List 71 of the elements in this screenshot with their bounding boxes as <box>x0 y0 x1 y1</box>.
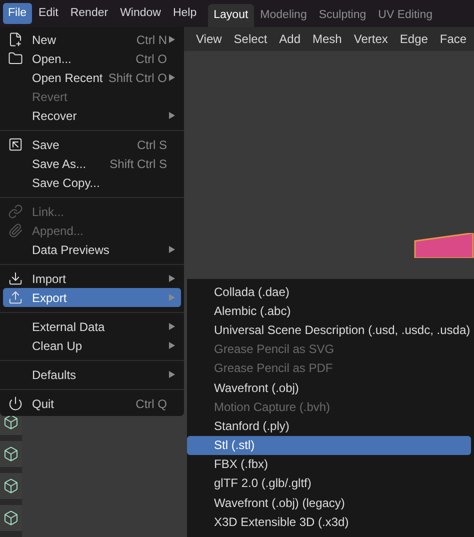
save-icon <box>8 137 23 152</box>
submenu-arrow-icon <box>169 371 175 378</box>
submenu-arrow-icon <box>169 294 175 301</box>
link-icon <box>8 204 23 219</box>
menu-bar-item[interactable]: File <box>3 3 32 24</box>
workspace-tab[interactable]: Sculpting <box>312 4 372 27</box>
power-icon <box>8 396 23 411</box>
menu-item[interactable]: glTF 2.0 (.glb/.gltf) <box>187 474 471 494</box>
menu-item[interactable]: Defaults <box>3 365 181 384</box>
submenu-arrow-icon <box>169 342 175 349</box>
menu-item[interactable]: X3D Extensible 3D (.x3d) <box>187 512 471 532</box>
menu-item[interactable]: Stanford (.ply) <box>187 416 471 436</box>
cube-tool-button[interactable] <box>0 505 22 531</box>
shortcut-text: Shift Ctrl O <box>108 70 167 86</box>
menu-item[interactable]: Clean Up <box>3 336 181 355</box>
menu-item[interactable]: Open Recent Shift Ctrl O <box>3 68 181 87</box>
export-icon <box>8 290 23 305</box>
cube-icon <box>3 414 19 430</box>
cube-tool-button[interactable] <box>0 473 22 499</box>
menu-item[interactable]: Export <box>3 288 181 307</box>
menu-item[interactable]: Alembic (.abc) <box>187 301 471 320</box>
workspace-tab[interactable]: UV Editing <box>372 4 438 27</box>
menu-item[interactable]: Quit Ctrl Q <box>3 394 181 413</box>
menu-item[interactable]: External Data <box>3 317 181 336</box>
submenu-arrow-icon <box>169 323 175 330</box>
submenu-arrow-icon <box>169 74 175 81</box>
shortcut-text: Ctrl Q <box>136 396 167 412</box>
cube-icon <box>3 446 19 462</box>
viewport-menu[interactable]: Edge <box>396 30 432 48</box>
submenu-arrow-icon <box>169 246 175 253</box>
new-file-icon <box>8 32 23 47</box>
menu-item[interactable]: Data Previews <box>3 240 181 259</box>
menu-item[interactable]: Open... Ctrl O <box>3 49 181 68</box>
menu-item[interactable]: Stl (.stl) <box>187 436 471 455</box>
workspace-tab[interactable]: Modeling <box>254 4 313 27</box>
menu-item[interactable]: Save Ctrl S <box>3 135 181 154</box>
menu-item[interactable]: Universal Scene Description (.usd, .usdc, .usda) <box>187 320 471 340</box>
menu-bar-item[interactable]: Help <box>168 3 202 24</box>
cube-tool-button[interactable] <box>0 441 22 467</box>
menu-bar-item[interactable]: Window <box>115 3 166 24</box>
menu-item[interactable]: Collada (.dae) <box>187 282 471 302</box>
viewport-menu[interactable]: Face <box>436 30 471 48</box>
shortcut-text: Ctrl S <box>137 136 167 154</box>
menu-item[interactable]: Wavefront (.obj) (legacy) <box>187 493 471 512</box>
viewport-menu[interactable]: Mesh <box>308 30 346 48</box>
shortcut-text: Ctrl N <box>136 32 167 48</box>
menu-item[interactable]: Import <box>3 269 181 288</box>
workspace-tab[interactable]: Layout <box>208 4 254 27</box>
viewport-menu[interactable]: Add <box>275 30 305 48</box>
menu-item[interactable]: New Ctrl N <box>3 30 181 49</box>
cube-icon <box>3 510 19 526</box>
menu-bar-item[interactable]: Edit <box>34 3 64 24</box>
viewport-menu[interactable]: View <box>192 30 226 48</box>
paperclip-icon <box>8 223 23 238</box>
shortcut-text: Ctrl O <box>136 50 167 68</box>
folder-icon <box>8 51 23 66</box>
submenu-arrow-icon <box>169 36 175 43</box>
menu-item[interactable]: Save As... Shift Ctrl S <box>3 154 181 173</box>
menu-item[interactable]: Save Copy... <box>3 173 181 192</box>
viewport-menu[interactable]: Select <box>230 30 272 48</box>
menu-item[interactable]: Wavefront (.obj) <box>187 378 471 398</box>
import-icon <box>8 271 23 286</box>
menu-item[interactable]: FBX (.fbx) <box>187 454 471 474</box>
submenu-arrow-icon <box>169 112 175 119</box>
menu-item[interactable]: Recover <box>3 106 181 125</box>
viewport-menu[interactable]: Vertex <box>350 30 392 48</box>
submenu-arrow-icon <box>169 275 175 282</box>
cube-icon <box>3 478 19 494</box>
mesh-object-drawing <box>414 233 474 258</box>
menu-bar-item[interactable]: Render <box>65 3 114 24</box>
shortcut-text: Shift Ctrl S <box>110 156 167 172</box>
